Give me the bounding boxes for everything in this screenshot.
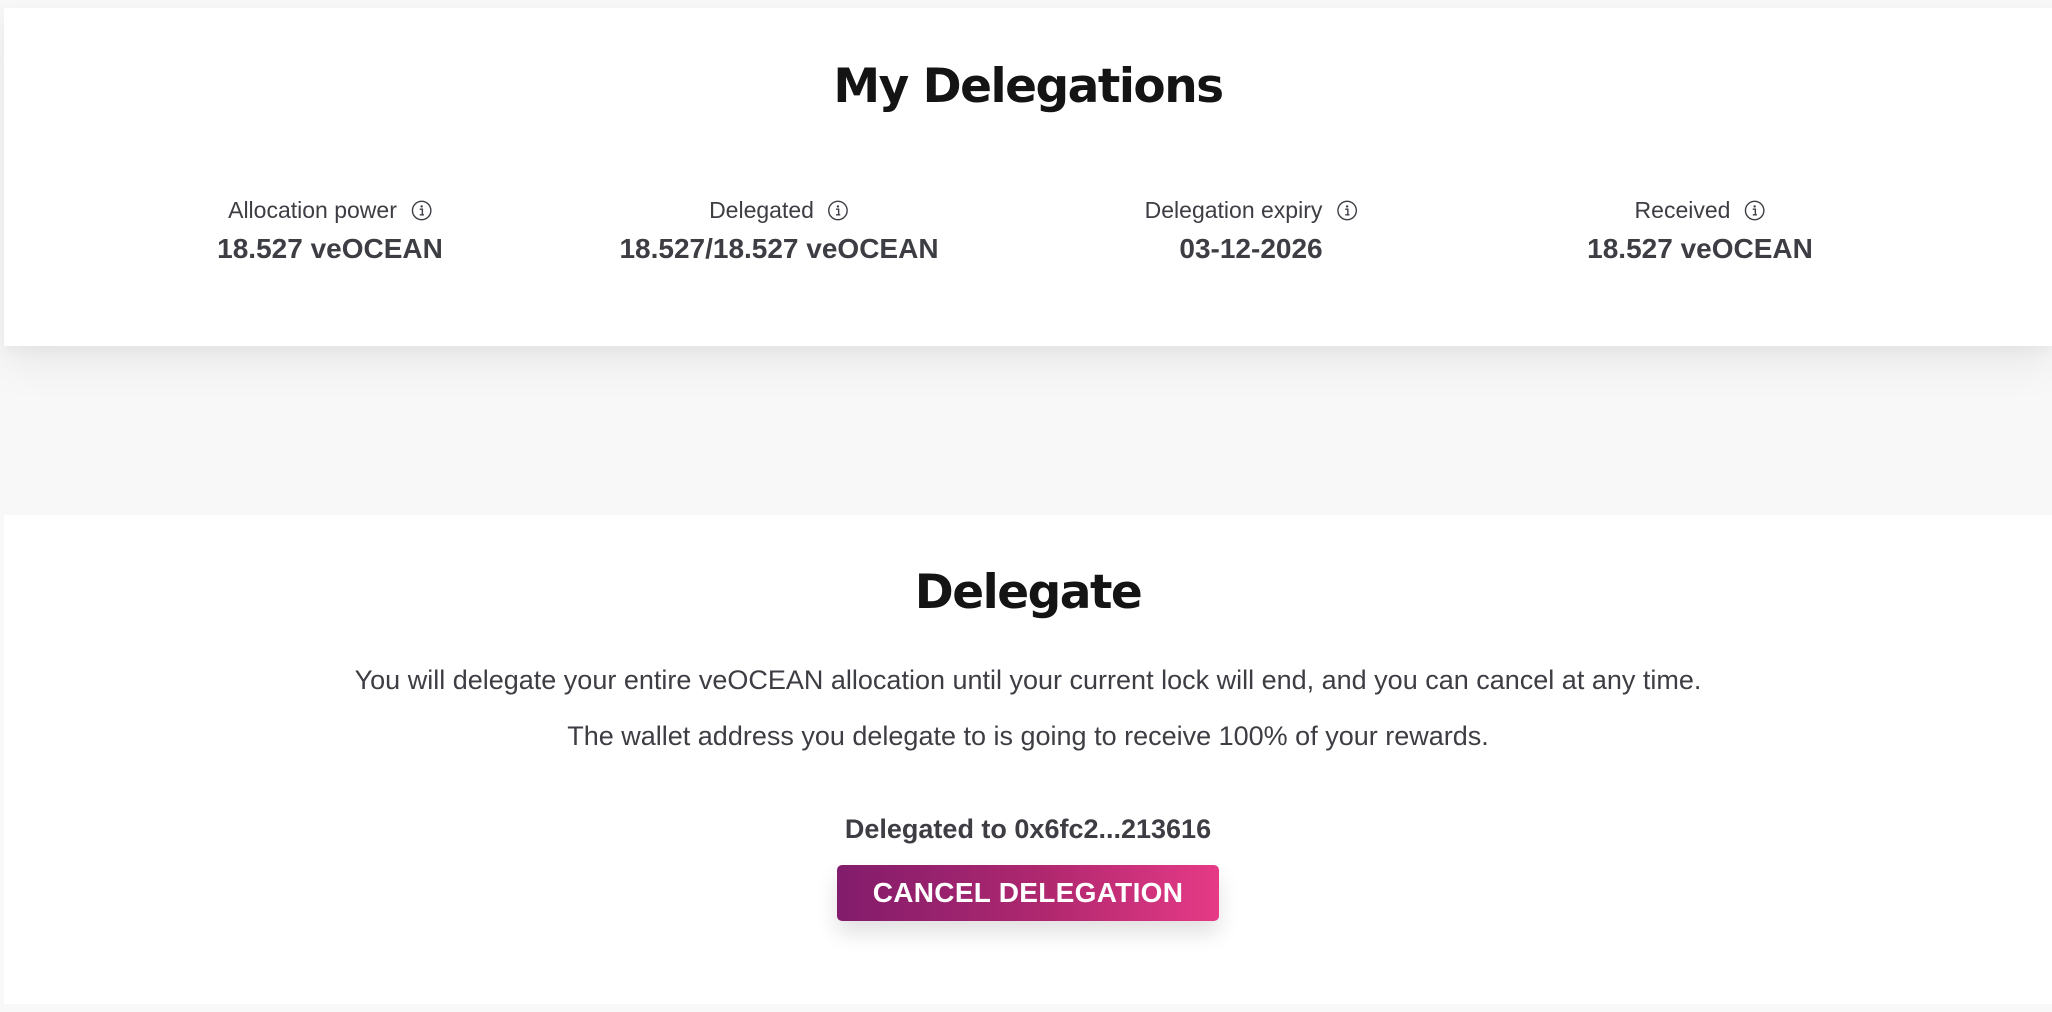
stat-received: Received 18.527 veOCEAN [1587,196,1813,265]
delegate-rewards-note: The wallet address you delegate to is go… [567,721,1489,751]
delegated-to-address: Delegated to 0x6fc2...213616 [844,814,1212,844]
delegate-card: Delegate You will delegate your entire v… [4,515,2052,1004]
my-delegations-card: My Delegations Allocation power 18.527 v… [4,8,2052,346]
stat-allocation-power: Allocation power 18.527 veOCEAN [217,196,443,265]
stat-value-received: 18.527 veOCEAN [1587,233,1813,264]
info-icon[interactable] [1744,200,1765,221]
info-icon[interactable] [1336,200,1357,221]
stat-label-delegation-expiry: Delegation expiry [1144,196,1323,223]
stat-value-delegated: 18.527/18.527 veOCEAN [619,233,939,264]
cancel-delegation-button[interactable]: CANCEL DELEGATION [837,865,1219,921]
stat-delegated: Delegated 18.527/18.527 veOCEAN [619,196,938,265]
delegate-description: You will delegate your entire veOCEAN al… [354,665,1702,695]
delegate-title: Delegate [914,565,1143,620]
stat-label-received: Received [1634,196,1731,223]
stat-delegation-expiry: Delegation expiry 03-12-2026 [1145,196,1358,265]
stat-value-allocation-power: 18.527 veOCEAN [217,233,443,264]
stat-label-allocation-power: Allocation power [228,196,397,223]
my-delegations-title: My Delegations [833,59,1224,114]
stat-label-delegated: Delegated [709,196,814,223]
info-icon[interactable] [411,200,432,221]
stat-value-delegation-expiry: 03-12-2026 [1179,233,1323,264]
info-icon[interactable] [828,200,849,221]
